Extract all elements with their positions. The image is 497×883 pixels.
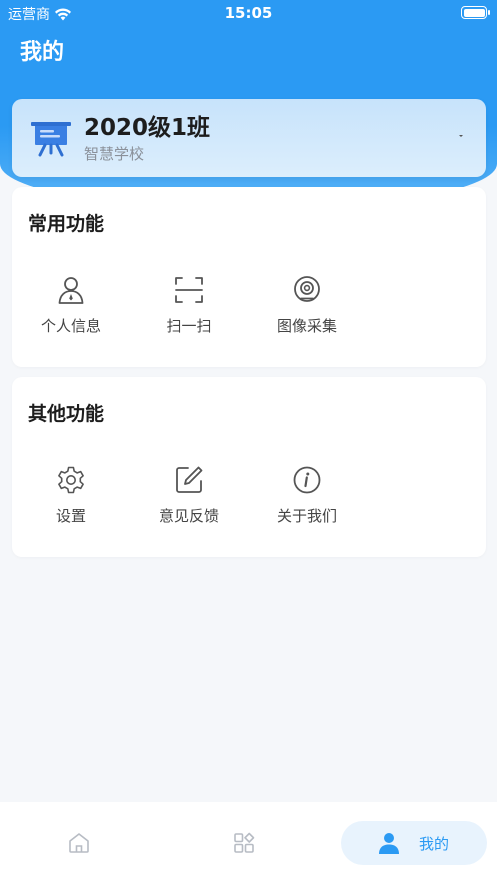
section-title: 常用功能 bbox=[28, 213, 105, 235]
gear-icon bbox=[58, 466, 84, 494]
class-selector-card[interactable]: 2020级1班 智慧学校 bbox=[12, 99, 486, 177]
chevron-down-icon[interactable] bbox=[456, 131, 466, 141]
battery-icon bbox=[461, 6, 490, 19]
func-label: 关于我们 bbox=[276, 507, 337, 525]
func-label: 扫一扫 bbox=[166, 317, 212, 335]
scan-icon bbox=[175, 277, 203, 303]
page-title: 我的 bbox=[20, 40, 65, 65]
class-name: 2020级1班 bbox=[84, 115, 211, 141]
about-us-button[interactable]: 关于我们 bbox=[257, 465, 357, 535]
tab-label: 我的 bbox=[419, 835, 450, 853]
func-label: 图像采集 bbox=[276, 317, 337, 335]
school-name: 智慧学校 bbox=[84, 145, 145, 163]
settings-button[interactable]: 设置 bbox=[21, 465, 121, 535]
person-icon bbox=[379, 833, 399, 854]
camera-icon bbox=[294, 276, 320, 302]
person-icon bbox=[58, 277, 84, 304]
func-label: 设置 bbox=[55, 507, 86, 525]
bottom-tab-bar: 我的 bbox=[0, 802, 497, 883]
status-time: 15:05 bbox=[224, 4, 273, 22]
common-functions-card: 常用功能 个人信息 扫一扫 图像采集 bbox=[12, 187, 486, 367]
info-icon bbox=[293, 466, 321, 494]
image-capture-button[interactable]: 图像采集 bbox=[257, 275, 357, 345]
tab-apps[interactable] bbox=[232, 831, 256, 855]
classroom-board-icon bbox=[31, 122, 71, 157]
section-title: 其他功能 bbox=[28, 403, 105, 425]
other-functions-card: 其他功能 设置 意见反馈 关于我们 bbox=[12, 377, 486, 557]
status-bar: 运营商 15:05 bbox=[0, 0, 497, 26]
tab-home[interactable] bbox=[67, 831, 91, 855]
func-label: 个人信息 bbox=[40, 317, 101, 335]
feedback-button[interactable]: 意见反馈 bbox=[139, 465, 239, 535]
tab-mine[interactable]: 我的 bbox=[341, 821, 487, 865]
personal-info-button[interactable]: 个人信息 bbox=[21, 275, 121, 345]
func-label: 意见反馈 bbox=[158, 507, 219, 525]
edit-icon bbox=[176, 466, 203, 493]
scan-button[interactable]: 扫一扫 bbox=[139, 275, 239, 345]
